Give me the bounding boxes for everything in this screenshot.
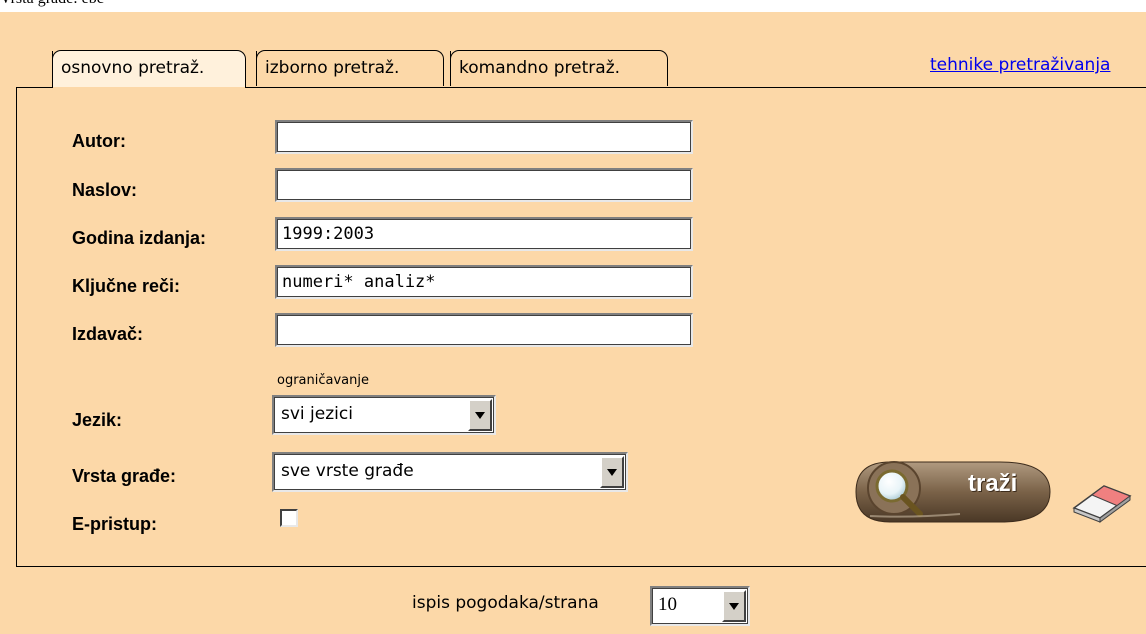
results-per-page-value: 10 (658, 594, 677, 615)
year-field[interactable]: 1999:2003 (275, 217, 693, 251)
tab-command-search[interactable]: komandno pretraž. (450, 50, 668, 86)
tab-basic-search[interactable]: osnovno pretraž. (52, 50, 246, 90)
keywords-value: numeri* analiz* (282, 272, 436, 292)
eraser-graphic (1072, 485, 1132, 523)
top-caption: Vrsta građe: ebc (0, 0, 104, 12)
tab-label: komandno pretraž. (459, 58, 621, 78)
eaccess-label: E-pristup: (72, 514, 157, 534)
keywords-field[interactable]: numeri* analiz* (275, 265, 693, 299)
tab-hook (256, 51, 263, 71)
results-per-page-label: ispis pogodaka/strana (412, 593, 599, 613)
material-type-label: Vrsta građe: (72, 466, 177, 486)
chevron-down-icon[interactable] (468, 399, 492, 431)
eraser-icon[interactable] (1070, 478, 1134, 524)
restriction-heading: ograničavanje (277, 373, 369, 388)
tab-selective-search[interactable]: izborno pretraž. (256, 50, 444, 86)
tab-hook (450, 51, 457, 71)
search-techniques-link[interactable]: tehnike pretraživanja (930, 55, 1110, 75)
author-label: Autor: (72, 131, 126, 151)
publisher-field[interactable] (275, 313, 693, 347)
results-per-page-select[interactable]: 10 (650, 586, 750, 626)
search-button-graphic (855, 461, 1051, 523)
tab-label: izborno pretraž. (265, 58, 400, 78)
author-field[interactable] (275, 120, 693, 154)
material-type-select[interactable]: sve vrste građe (272, 452, 628, 492)
title-field[interactable] (275, 168, 693, 202)
chevron-down-icon[interactable] (600, 456, 624, 488)
year-value: 1999:2003 (282, 224, 375, 244)
year-label: Godina izdanja: (72, 228, 207, 248)
search-button-label: traži (968, 470, 1018, 497)
publisher-input[interactable] (282, 315, 686, 345)
language-selected: svi jezici (281, 404, 353, 424)
material-type-selected: sve vrste građe (281, 461, 414, 481)
publisher-label: Izdavač: (72, 324, 144, 344)
chevron-down-icon[interactable] (722, 590, 746, 622)
author-input[interactable] (282, 122, 686, 152)
tab-label: osnovno pretraž. (61, 58, 205, 78)
language-select[interactable]: svi jezici (272, 395, 496, 435)
search-button[interactable]: traži (850, 456, 1060, 524)
title-input[interactable] (282, 170, 686, 200)
eaccess-checkbox[interactable] (280, 509, 298, 527)
title-label: Naslov: (72, 180, 138, 200)
language-label: Jezik: (72, 410, 123, 430)
keywords-label: Ključne reči: (72, 276, 181, 296)
tab-hook (52, 51, 59, 71)
